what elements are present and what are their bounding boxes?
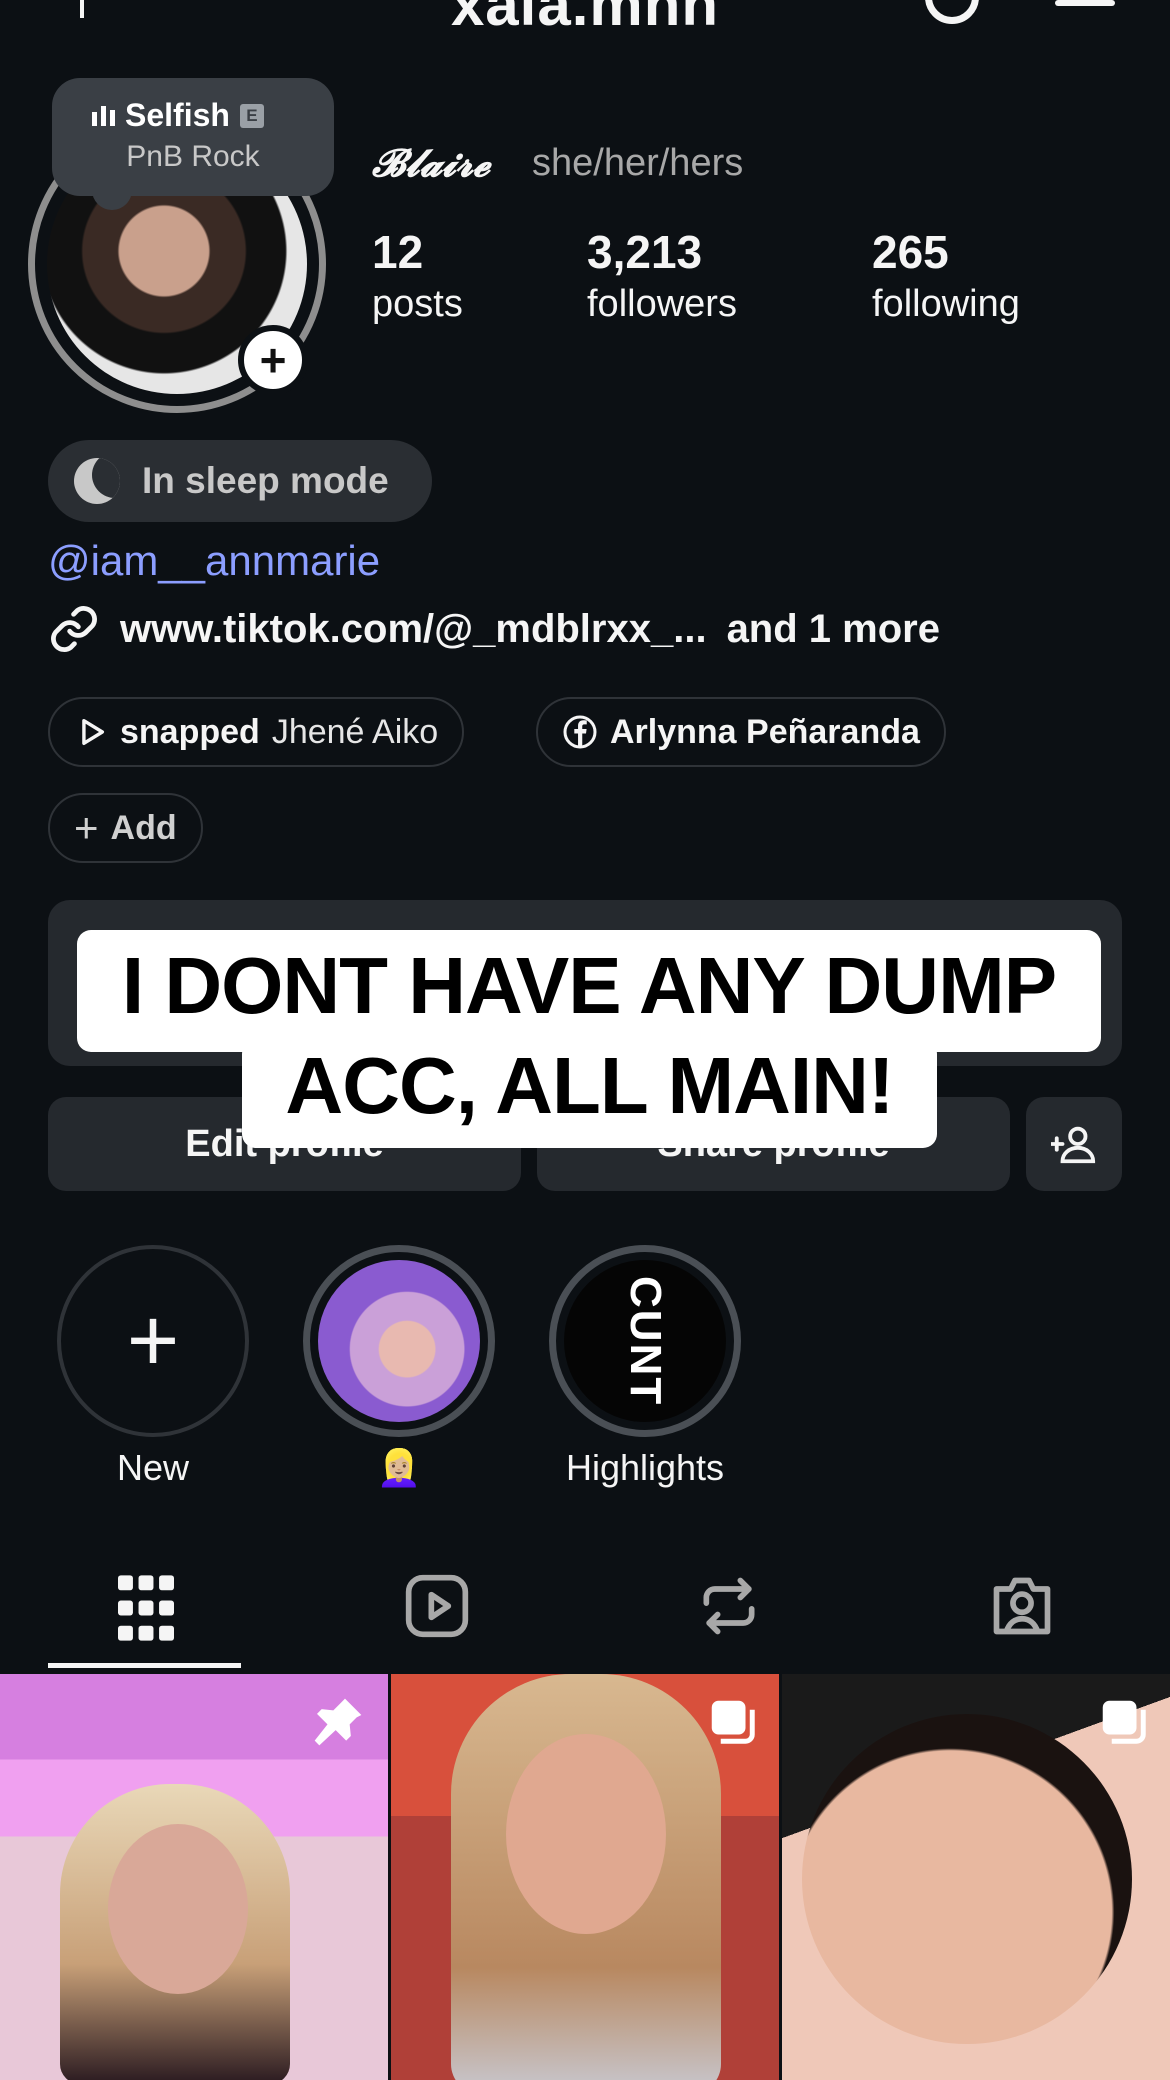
moon-icon <box>74 458 120 504</box>
now-playing-title-row: Selfish E <box>92 97 264 134</box>
facebook-chip[interactable]: Arlynna Peñaranda <box>536 697 946 767</box>
reels-icon <box>405 1574 469 1638</box>
highlight-label: 👱🏼‍♀️ <box>376 1447 422 1488</box>
discover-people-button[interactable] <box>1026 1097 1122 1191</box>
chip-bold-text: Arlynna Peñaranda <box>610 712 920 751</box>
highlight-cover-text: CUNT <box>621 1275 670 1407</box>
link-text: www.tiktok.com/@_mdblrxx_... <box>120 606 707 651</box>
followers-label[interactable]: followers <box>587 283 737 326</box>
pronouns: she/her/hers <box>532 142 744 184</box>
carousel-icon <box>711 1700 755 1744</box>
menu-icon[interactable] <box>1055 0 1115 6</box>
add-person-icon <box>1051 1126 1096 1164</box>
link-icon <box>51 606 97 652</box>
song-title: Selfish <box>125 97 230 133</box>
add-label: Add <box>110 808 177 847</box>
add-story-icon[interactable]: + <box>238 325 308 395</box>
add-chip[interactable]: + Add <box>48 793 203 863</box>
carousel-icon <box>1102 1700 1146 1744</box>
now-playing-note[interactable] <box>52 78 334 196</box>
active-tab-indicator <box>48 1663 241 1668</box>
username-title[interactable]: xala.mnh <box>0 0 1170 39</box>
chip-bold-text: snapped <box>120 712 260 751</box>
tagged-icon <box>993 1577 1051 1635</box>
followers-count[interactable]: 3,213 <box>587 225 702 279</box>
posts-count[interactable]: 12 <box>372 225 423 279</box>
highlight-item[interactable] <box>303 1245 495 1437</box>
tagged-tab[interactable] <box>988 1572 1056 1645</box>
plus-icon: + <box>74 804 99 851</box>
facebook-icon <box>563 715 597 749</box>
post-thumbnail[interactable] <box>0 1674 388 2080</box>
reposts-icon <box>703 1577 755 1635</box>
following-label[interactable]: following <box>872 283 1020 326</box>
plus-icon: + <box>126 1291 180 1391</box>
chip-artist: Jhené Aiko <box>271 712 439 751</box>
play-icon <box>82 718 105 746</box>
highlight-cover: CUNT <box>564 1260 726 1422</box>
status-text: In sleep mode <box>142 460 389 501</box>
highlight-item[interactable]: CUNT <box>549 1245 741 1437</box>
display-name: 𝓑𝓵𝓪𝓲𝓻𝓮 <box>372 140 490 185</box>
mention-link[interactable]: @iam__annmarie <box>48 537 380 585</box>
music-chip[interactable]: snapped Jhené Aiko <box>48 697 465 767</box>
reels-tab[interactable] <box>403 1572 471 1645</box>
caption-line-2: ACC, ALL MAIN! <box>285 1041 894 1130</box>
grid-tab[interactable] <box>118 1575 174 1646</box>
song-artist: PnB Rock <box>126 140 260 173</box>
reposts-tab[interactable] <box>695 1572 763 1645</box>
post-thumbnail[interactable] <box>391 1674 779 2080</box>
bio-link[interactable]: www.tiktok.com/@_mdblrxx_... and 1 more <box>48 603 940 655</box>
audio-bars-icon <box>92 105 115 126</box>
caption-line-1: I DONT HAVE ANY DUMP <box>121 941 1057 1030</box>
highlight-label: New <box>116 1447 190 1488</box>
explicit-icon: E <box>239 103 264 128</box>
status-pill[interactable]: In sleep mode <box>48 440 432 522</box>
new-highlight-button[interactable]: + <box>57 1245 249 1437</box>
highlight-cover <box>318 1260 480 1422</box>
highlight-label: Highlights <box>565 1447 725 1488</box>
pin-icon <box>314 1698 362 1746</box>
post-thumbnail[interactable] <box>782 1674 1170 2080</box>
posts-label[interactable]: posts <box>372 283 463 326</box>
following-count[interactable]: 265 <box>872 225 949 279</box>
grid-icon <box>118 1575 174 1641</box>
link-more: and 1 more <box>726 606 940 651</box>
